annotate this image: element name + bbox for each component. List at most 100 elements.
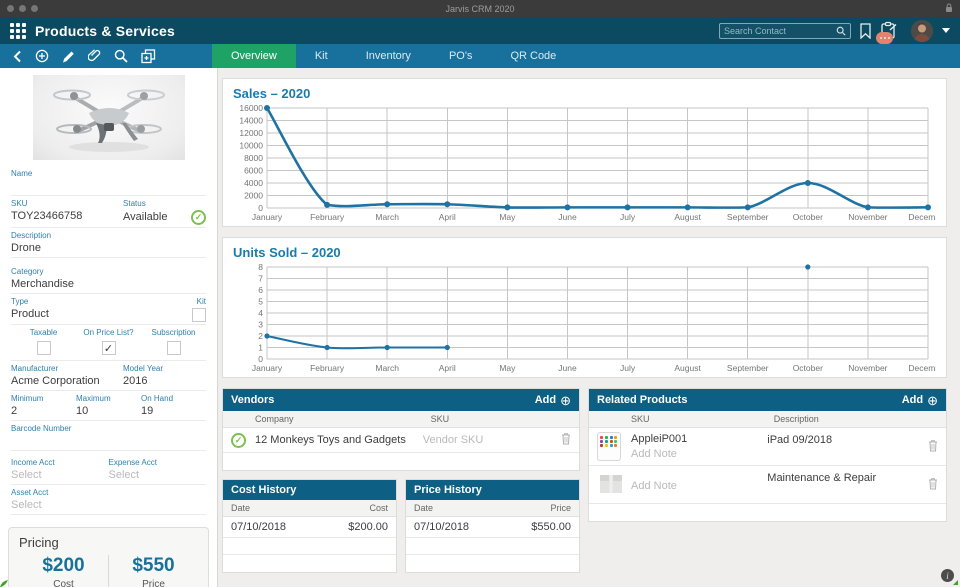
- income-acct-select[interactable]: Select: [11, 469, 109, 482]
- related-product-row[interactable]: AppleiP001 Add Note iPad 09/2018: [589, 428, 946, 466]
- price-date: 07/10/2018: [414, 521, 470, 533]
- maximum-label: Maximum: [76, 394, 111, 403]
- vendor-sku-field[interactable]: Vendor SKU: [423, 434, 557, 446]
- maximum-field[interactable]: 10: [76, 405, 141, 418]
- model-year-field[interactable]: 2016: [123, 375, 206, 388]
- tab-strip: Overview Kit Inventory PO's QR Code: [212, 44, 575, 68]
- app-header: Products & Services: [0, 17, 960, 44]
- svg-text:16000: 16000: [239, 104, 263, 113]
- related-note-field[interactable]: Add Note: [631, 480, 767, 492]
- avatar[interactable]: [911, 19, 933, 42]
- subscription-checkbox[interactable]: [166, 341, 181, 355]
- svg-text:8000: 8000: [244, 153, 263, 163]
- taxable-label: Taxable: [29, 328, 58, 337]
- vendor-empty-row[interactable]: [223, 453, 579, 470]
- kit-label: Kit: [196, 297, 206, 306]
- income-acct-label: Income Acct: [11, 458, 55, 467]
- info-icon[interactable]: i: [941, 569, 954, 582]
- svg-text:6: 6: [258, 285, 263, 295]
- sku-field[interactable]: TOY23466758: [11, 210, 123, 223]
- related-description: Maintenance & Repair: [767, 472, 877, 484]
- edit-icon[interactable]: [62, 50, 75, 63]
- add-circle-icon: ⊕: [927, 392, 938, 408]
- app-window: Jarvis CRM 2020 Products & Services Sear…: [0, 0, 960, 587]
- cost-col-cost: Cost: [369, 503, 388, 513]
- minimum-field[interactable]: 2: [11, 405, 76, 418]
- svg-text:July: July: [620, 363, 636, 373]
- related-sku[interactable]: AppleiP001: [631, 433, 767, 445]
- trash-icon[interactable]: [557, 432, 571, 448]
- price-col-price: Price: [550, 503, 571, 513]
- cost-history-panel: Cost History Date Cost 07/10/2018 $200.0…: [222, 479, 397, 573]
- related-empty-row[interactable]: [589, 504, 946, 521]
- asset-acct-label: Asset Acct: [11, 488, 49, 497]
- on-price-list-checkbox[interactable]: ✓: [101, 341, 116, 355]
- svg-text:June: June: [558, 212, 577, 222]
- status-available-icon: [191, 210, 206, 225]
- price-history-row[interactable]: 07/10/2018 $550.00: [406, 517, 579, 538]
- tab-qr-code[interactable]: QR Code: [491, 44, 575, 68]
- related-note-field[interactable]: Add Note: [631, 448, 767, 460]
- price-empty-row[interactable]: [406, 555, 579, 572]
- vendors-col-company: Company: [255, 414, 294, 424]
- pricing-title: Pricing: [19, 535, 59, 550]
- barcode-field[interactable]: [11, 435, 206, 448]
- chevron-down-icon[interactable]: [942, 28, 950, 33]
- price-empty-row[interactable]: [406, 538, 579, 555]
- back-icon[interactable]: [13, 50, 22, 63]
- svg-text:May: May: [499, 212, 516, 222]
- vendors-title: Vendors: [231, 394, 275, 406]
- tab-pos[interactable]: PO's: [430, 44, 492, 68]
- svg-text:October: October: [793, 212, 823, 222]
- search-contact-box[interactable]: [719, 22, 851, 39]
- svg-text:September: September: [727, 363, 769, 373]
- status-field[interactable]: Available: [123, 211, 167, 224]
- svg-text:November: November: [848, 212, 887, 222]
- name-field[interactable]: [11, 180, 206, 193]
- description-field[interactable]: Drone: [11, 242, 206, 255]
- toolbar-tabbar: Overview Kit Inventory PO's QR Code: [0, 44, 960, 68]
- svg-text:6000: 6000: [244, 166, 263, 176]
- kit-checkbox[interactable]: [192, 308, 206, 322]
- search-records-icon[interactable]: [114, 49, 128, 63]
- window-controls[interactable]: [7, 5, 38, 12]
- svg-text:June: June: [558, 363, 577, 373]
- cost-empty-row[interactable]: [223, 538, 396, 555]
- type-field[interactable]: Product: [11, 308, 172, 321]
- product-image: [32, 75, 185, 160]
- barcode-label: Barcode Number: [11, 424, 72, 433]
- cost-history-row[interactable]: 07/10/2018 $200.00: [223, 517, 396, 538]
- duplicate-icon[interactable]: [141, 48, 156, 64]
- leaf-decoration-icon: [0, 580, 8, 587]
- asset-acct-select[interactable]: Select: [11, 499, 109, 512]
- attachment-icon[interactable]: [88, 49, 101, 63]
- tab-kit[interactable]: Kit: [296, 44, 347, 68]
- vendor-company[interactable]: 12 Monkeys Toys and Gadgets: [255, 434, 423, 446]
- on-hand-field[interactable]: 19: [141, 405, 206, 418]
- notes-icon[interactable]: [876, 21, 902, 44]
- app-menu-icon[interactable]: [10, 22, 26, 39]
- expense-acct-select[interactable]: Select: [109, 469, 207, 482]
- bookmark-icon[interactable]: [860, 22, 871, 39]
- manufacturer-label: Manufacturer: [11, 364, 59, 373]
- add-vendor-button[interactable]: Add ⊕: [535, 394, 571, 407]
- add-related-product-button[interactable]: Add ⊕: [902, 394, 938, 407]
- trash-icon[interactable]: [924, 439, 938, 455]
- category-field[interactable]: Merchandise: [11, 278, 206, 291]
- svg-text:March: March: [375, 212, 399, 222]
- vendor-row[interactable]: 12 Monkeys Toys and Gadgets Vendor SKU: [223, 428, 579, 453]
- price-history-panel: Price History Date Price 07/10/2018 $550…: [405, 479, 580, 573]
- cost-empty-row[interactable]: [223, 555, 396, 572]
- tab-overview[interactable]: Overview: [212, 44, 296, 68]
- vendor-primary-icon: [231, 432, 246, 448]
- trash-icon[interactable]: [924, 477, 938, 493]
- taxable-checkbox[interactable]: [36, 341, 51, 355]
- resize-wedge: [953, 580, 958, 585]
- add-record-icon[interactable]: [35, 49, 49, 63]
- svg-text:8: 8: [258, 263, 263, 272]
- notification-badge: [876, 31, 893, 44]
- manufacturer-field[interactable]: Acme Corporation: [11, 375, 123, 388]
- related-product-row[interactable]: Add Note Maintenance & Repair: [589, 466, 946, 504]
- search-input[interactable]: [724, 25, 836, 36]
- tab-inventory[interactable]: Inventory: [347, 44, 430, 68]
